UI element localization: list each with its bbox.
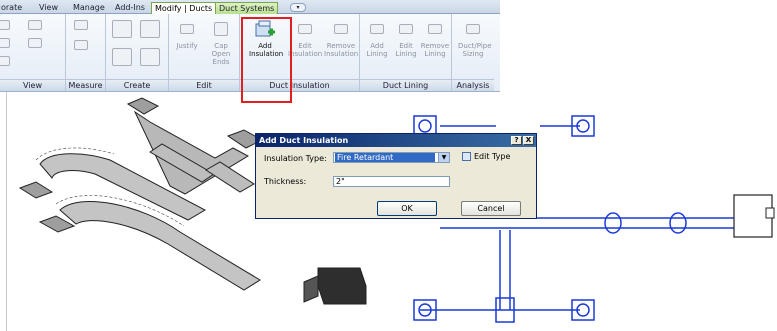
edit-insulation-icon [298,24,312,34]
justify-tool[interactable]: Justify [172,18,202,50]
create-group-icon[interactable] [112,20,132,38]
tab-collaborate[interactable]: orate [0,2,25,14]
duct-pipe-sizing-label: Duct/Pipe Sizing [458,42,492,58]
remove-lining-icon [428,24,442,34]
add-lining-tool[interactable]: Add Lining [362,18,392,58]
thickness-input[interactable]: 2" [333,176,450,187]
edit-lining-icon [399,24,413,34]
plan-diffuser-top-left-ring [418,119,432,133]
edit-type-label: Edit Type [474,152,511,161]
dialog-help-button[interactable]: ? [511,136,522,145]
panel-label-duct-lining: Duct Lining [360,79,451,91]
hide-element-icon[interactable] [0,20,10,30]
cancel-button[interactable]: Cancel [461,201,521,216]
plan-damper-1 [604,212,622,234]
diffuser-top-left[interactable] [126,97,160,115]
dialog-title: Add Duct Insulation [259,136,349,145]
tab-manage[interactable]: Manage [70,2,108,14]
insulation-type-select[interactable]: Fire Retardant ▼ [333,152,450,163]
create-assembly-icon[interactable] [140,48,160,66]
remove-insulation-label: Remove Insulation [324,42,359,58]
edit-insulation-label: Edit Insulation [288,42,323,58]
panel-duct-lining: Add Lining Edit Lining Remove Lining Duc… [360,14,452,91]
tab-modify-ducts[interactable]: Modify | Ducts [151,2,217,14]
tab-duct-systems[interactable]: Duct Systems [215,2,279,14]
linework-icon[interactable] [0,38,10,48]
diffuser-left[interactable] [18,181,54,199]
create-parts-icon[interactable] [112,48,132,66]
panel-label-analysis: Analysis [452,79,494,91]
dimension-icon[interactable] [74,40,88,50]
justify-icon [180,24,194,34]
edit-type-icon [462,152,471,161]
insulation-type-value: Fire Retardant [335,153,435,162]
panel-label-view: View [0,79,65,91]
dropdown-arrow-icon[interactable]: ▼ [438,153,449,162]
add-lining-label: Add Lining [366,42,388,58]
cap-open-ends-tool[interactable]: Cap Open Ends [204,18,238,66]
cap-open-ends-label: Cap Open Ends [211,42,231,66]
measure-icon[interactable] [74,20,88,30]
tab-add-ins[interactable]: Add-Ins [112,2,148,14]
duct-pipe-sizing-icon [466,24,480,34]
vav-box-inlet[interactable] [303,275,319,303]
add-lining-icon [370,24,384,34]
isolate-icon[interactable] [0,56,10,66]
edit-insulation-tool[interactable]: Edit Insulation [288,18,322,58]
panel-view: View [0,14,66,91]
panel-analysis: Duct/Pipe Sizing Analysis [452,14,494,91]
ribbon: View Measure Create Justify Cap Open End… [0,14,500,103]
dialog-title-bar: Add Duct Insulation ? X [256,134,536,147]
cap-open-ends-icon [214,22,228,36]
panel-label-create: Create [106,79,168,91]
panel-create: Create [106,14,169,91]
dialog-close-button[interactable]: X [523,136,534,145]
vav-box[interactable] [317,267,367,305]
panel-edit: Justify Cap Open Ends Edit [169,14,240,91]
remove-lining-label: Remove Lining [420,42,450,58]
tab-view[interactable]: View [36,2,61,14]
duct-pipe-sizing-tool[interactable]: Duct/Pipe Sizing [458,18,492,58]
edit-type-button[interactable]: Edit Type [462,152,510,161]
plan-damper-2 [669,212,687,234]
minimize-ribbon-button[interactable]: ▾ [290,3,306,12]
filter-icon[interactable] [28,38,42,48]
ribbon-tab-bar: orate View Manage Add-Ins Modify | Ducts… [0,0,500,14]
justify-label: Justify [176,42,198,50]
plan-vav-box-connector [765,207,775,219]
add-duct-insulation-dialog: Add Duct Insulation ? X Insulation Type:… [255,133,537,219]
create-similar-icon[interactable] [140,20,160,38]
thickness-label: Thickness: [264,177,307,186]
override-graphics-icon[interactable] [28,20,42,30]
ok-button[interactable]: OK [377,201,437,216]
remove-insulation-icon [334,24,348,34]
panel-label-measure: Measure [66,79,105,91]
remove-lining-tool[interactable]: Remove Lining [420,18,450,58]
add-insulation-highlight [241,17,292,103]
edit-lining-tool[interactable]: Edit Lining [391,18,421,58]
duct-main-lower[interactable] [59,200,261,291]
edit-lining-label: Edit Lining [395,42,417,58]
panel-measure: Measure [66,14,106,91]
remove-insulation-tool[interactable]: Remove Insulation [324,18,358,58]
insulation-type-label: Insulation Type: [264,154,327,163]
panel-label-edit: Edit [169,79,239,91]
